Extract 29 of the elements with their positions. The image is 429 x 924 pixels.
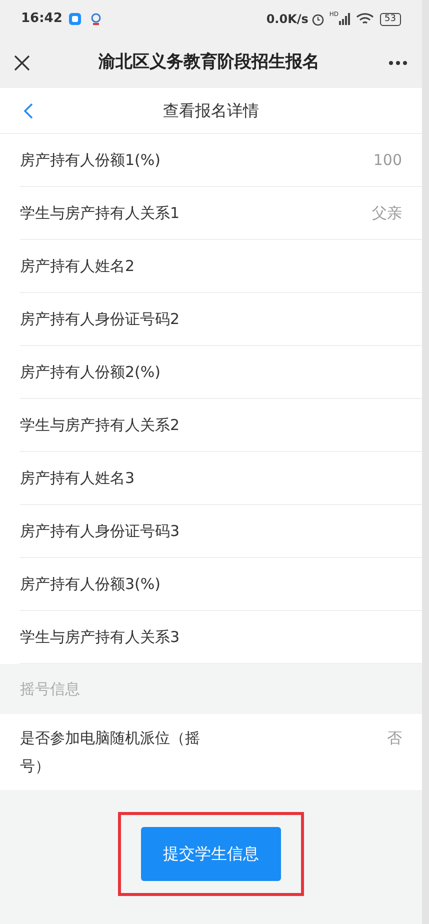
field-label: 学生与房产持有人关系2 [20,415,181,436]
wifi-icon [356,12,374,26]
field-label: 房产持有人姓名3 [20,468,136,489]
alarm-icon [311,12,326,26]
submit-button[interactable]: 提交学生信息 [141,827,281,881]
page-title: 渝北区义务教育阶段招生报名 [98,51,320,74]
field-label: 房产持有人份额2(%) [20,362,162,383]
battery-indicator: 53 [380,12,401,26]
field-label: 学生与房产持有人关系1 [20,203,181,224]
app-icon [68,12,82,26]
notification-icon [90,12,102,26]
field-label: 房产持有人身份证号码2 [20,309,181,330]
field-label: 房产持有人份额3(%) [20,574,162,595]
sub-header-title: 查看报名详情 [162,100,260,122]
section-title: 摇号信息 [20,678,80,700]
field-value: 100 [373,150,402,171]
signal-icon [338,13,351,25]
more-icon[interactable] [388,60,408,66]
back-icon[interactable] [24,102,33,118]
field-label: 房产持有人身份证号码3 [20,521,181,542]
field-value: 父亲 [372,203,402,224]
field-label: 房产持有人姓名2 [20,256,136,277]
field-label: 是否参加电脑随机派位（摇号） [20,728,200,777]
status-time: 16:42 [21,10,62,28]
network-speed: 0.0K/s [266,11,308,28]
field-label: 学生与房产持有人关系3 [20,627,181,648]
close-icon[interactable] [14,55,30,71]
field-value: 否 [387,728,402,749]
field-label: 房产持有人份额1(%) [20,150,162,171]
